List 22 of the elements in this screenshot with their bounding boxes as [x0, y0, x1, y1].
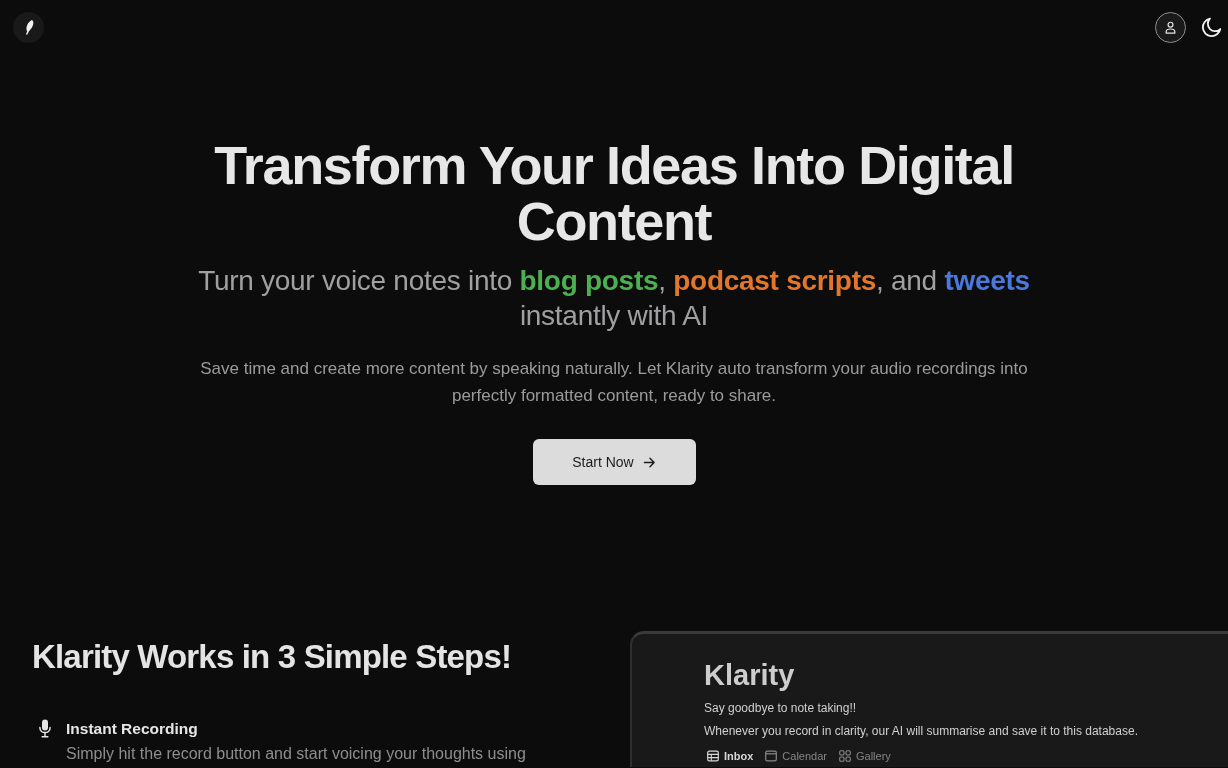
hero-title: Transform Your Ideas Into Digital Content	[213, 137, 1015, 249]
table-icon	[707, 750, 719, 762]
steps-heading: Klarity Works in 3 Simple Steps!	[32, 637, 513, 677]
person-icon	[1163, 19, 1178, 35]
step-title: Instant Recording	[66, 719, 199, 739]
hero-description: Save time and create more content by speaking naturally. Let Klarity auto transform your audio recordings into perfectly formatted content, ready to share.	[199, 358, 1029, 407]
calendar-icon	[765, 750, 778, 762]
start-now-button[interactable]: Start Now	[532, 439, 696, 485]
arrow-right-icon	[642, 455, 656, 469]
step-description: Simply hit the record button and start voicing your thoughts using	[66, 744, 526, 764]
microphone-icon	[39, 719, 51, 738]
account-button[interactable]	[1155, 11, 1186, 43]
view-tab[interactable]: Gallery	[839, 748, 891, 764]
hero-subtitle: Turn your voice notes into blog posts, podcast scripts, and tweets instantly with AI	[197, 264, 1031, 333]
moon-icon[interactable]	[1201, 16, 1222, 38]
feather-icon[interactable]	[13, 11, 44, 43]
preview-text: Say goodbye to note taking!!	[704, 700, 858, 717]
preview-text: Whenever you record in clarity, our AI will summarise and save it to this database.	[704, 723, 1139, 740]
view-tab[interactable]: Inbox	[707, 748, 754, 764]
preview-title: Klarity	[704, 658, 796, 693]
gallery-icon	[839, 750, 851, 762]
view-tab[interactable]: Calendar	[765, 748, 827, 764]
